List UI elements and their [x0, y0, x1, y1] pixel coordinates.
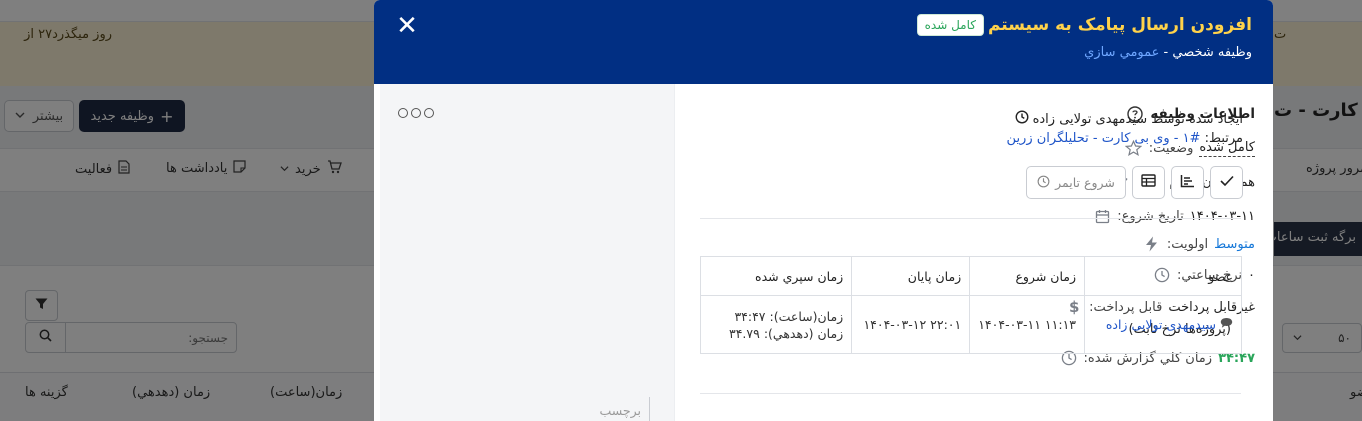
th-end[interactable]: زمان پايان [851, 256, 971, 296]
created-by-text: ایجاد شده توسط سیدمهدی تولایی زاده [1032, 111, 1243, 127]
divider [700, 218, 1241, 219]
divider [700, 393, 1241, 394]
check-icon [1219, 175, 1234, 191]
th-spent[interactable]: زمان سپري شده [699, 256, 853, 296]
info-start-date: تاريخ شروع: ۱۴۰۴-۰۳-۱۱ [1093, 207, 1255, 225]
clock-icon [1037, 175, 1050, 191]
member-link[interactable]: سیدمهدی تولایی زاده [1093, 317, 1233, 332]
task-action-buttons: شروع تايمر [1026, 166, 1243, 199]
spent-hours: زمان(ساعت): ۳۴:۴۷ [734, 308, 844, 324]
comment-icon [1220, 317, 1233, 332]
start-time-cell: ۱۴۰۴-۰۳-۱۱ ۱۱:۱۳ [969, 295, 1085, 354]
related-row: مرتبط: #۱ - وی بی کارت - تحلیلگران زرین [1007, 131, 1243, 146]
modal-title-row: افزودن ارسال پیامک به سیستم کامل شده [916, 14, 1252, 36]
priority-label: اولويت: [1166, 236, 1209, 252]
calendar-icon [1093, 207, 1111, 225]
subtitle-separator: - [1159, 45, 1173, 60]
related-label: مرتبط: [1204, 131, 1243, 146]
task-info-panel [380, 84, 675, 421]
start-date-value: ۱۴۰۴-۰۳-۱۱ [1189, 208, 1255, 224]
start-timer-label: شروع تايمر [1055, 175, 1115, 190]
priority-value[interactable]: متوسط [1214, 237, 1255, 252]
tags-input[interactable]: برچسب [588, 397, 650, 421]
spent-decimal: زمان (دهدهي): ۳۴.۷۹ [729, 325, 844, 341]
start-timer-button[interactable]: شروع تايمر [1026, 166, 1126, 199]
timesheet-table-button[interactable] [1132, 166, 1165, 199]
modal-header: ✕ افزودن ارسال پیامک به سیستم کامل شده و… [374, 0, 1273, 84]
member-cell: سیدمهدی تولایی زاده [1084, 295, 1242, 354]
table-row: سیدمهدی تولایی زاده ۱۴۰۴-۰۳-۱۱ ۱۱:۱۳ ۱۴۰… [699, 295, 1242, 354]
mark-complete-button[interactable] [1210, 166, 1243, 199]
task-type: وظيفه شخصي [1172, 45, 1252, 60]
statistics-button[interactable] [1171, 166, 1204, 199]
modal-title: افزودن ارسال پیامک به سیستم [987, 15, 1252, 35]
bolt-icon [1143, 235, 1161, 253]
th-start[interactable]: زمان شروع [969, 256, 1085, 296]
timelog-header-row: عضو زمان شروع زمان پايان زمان سپري شده [699, 256, 1242, 296]
modal-subtitle: وظيفه شخصي - عمومي سازي [1084, 45, 1252, 60]
table-icon [1141, 174, 1156, 191]
timelog-table: عضو زمان شروع زمان پايان زمان سپري شده س… [699, 256, 1242, 354]
created-by-row: ایجاد شده توسط سیدمهدی تولایی زاده [1015, 110, 1243, 128]
th-member[interactable]: عضو [1084, 256, 1242, 296]
spent-time-cell: زمان(ساعت): ۳۴:۴۷ زمان (دهدهي): ۳۴.۷۹ [699, 295, 853, 354]
hourly-rate-value: ۰ [1248, 267, 1255, 283]
chart-icon [1180, 174, 1195, 192]
more-options-icon[interactable] [398, 108, 434, 118]
member-name: سیدمهدی تولایی زاده [1105, 317, 1216, 332]
end-time-cell: ۱۴۰۴-۰۳-۱۲ ۲۲:۰۱ [851, 295, 971, 354]
info-priority: اولويت: متوسط [1143, 235, 1255, 253]
start-date-label: تاريخ شروع: [1117, 208, 1184, 224]
close-icon[interactable]: ✕ [396, 13, 418, 39]
clock-icon [1015, 110, 1029, 128]
publish-link[interactable]: عمومي سازي [1084, 45, 1159, 60]
related-project-link[interactable]: #۱ - وی بی کارت - تحلیلگران زرین [1007, 131, 1201, 146]
status-badge: کامل شده [916, 14, 984, 36]
task-modal: ✕ افزودن ارسال پیامک به سیستم کامل شده و… [374, 0, 1273, 421]
